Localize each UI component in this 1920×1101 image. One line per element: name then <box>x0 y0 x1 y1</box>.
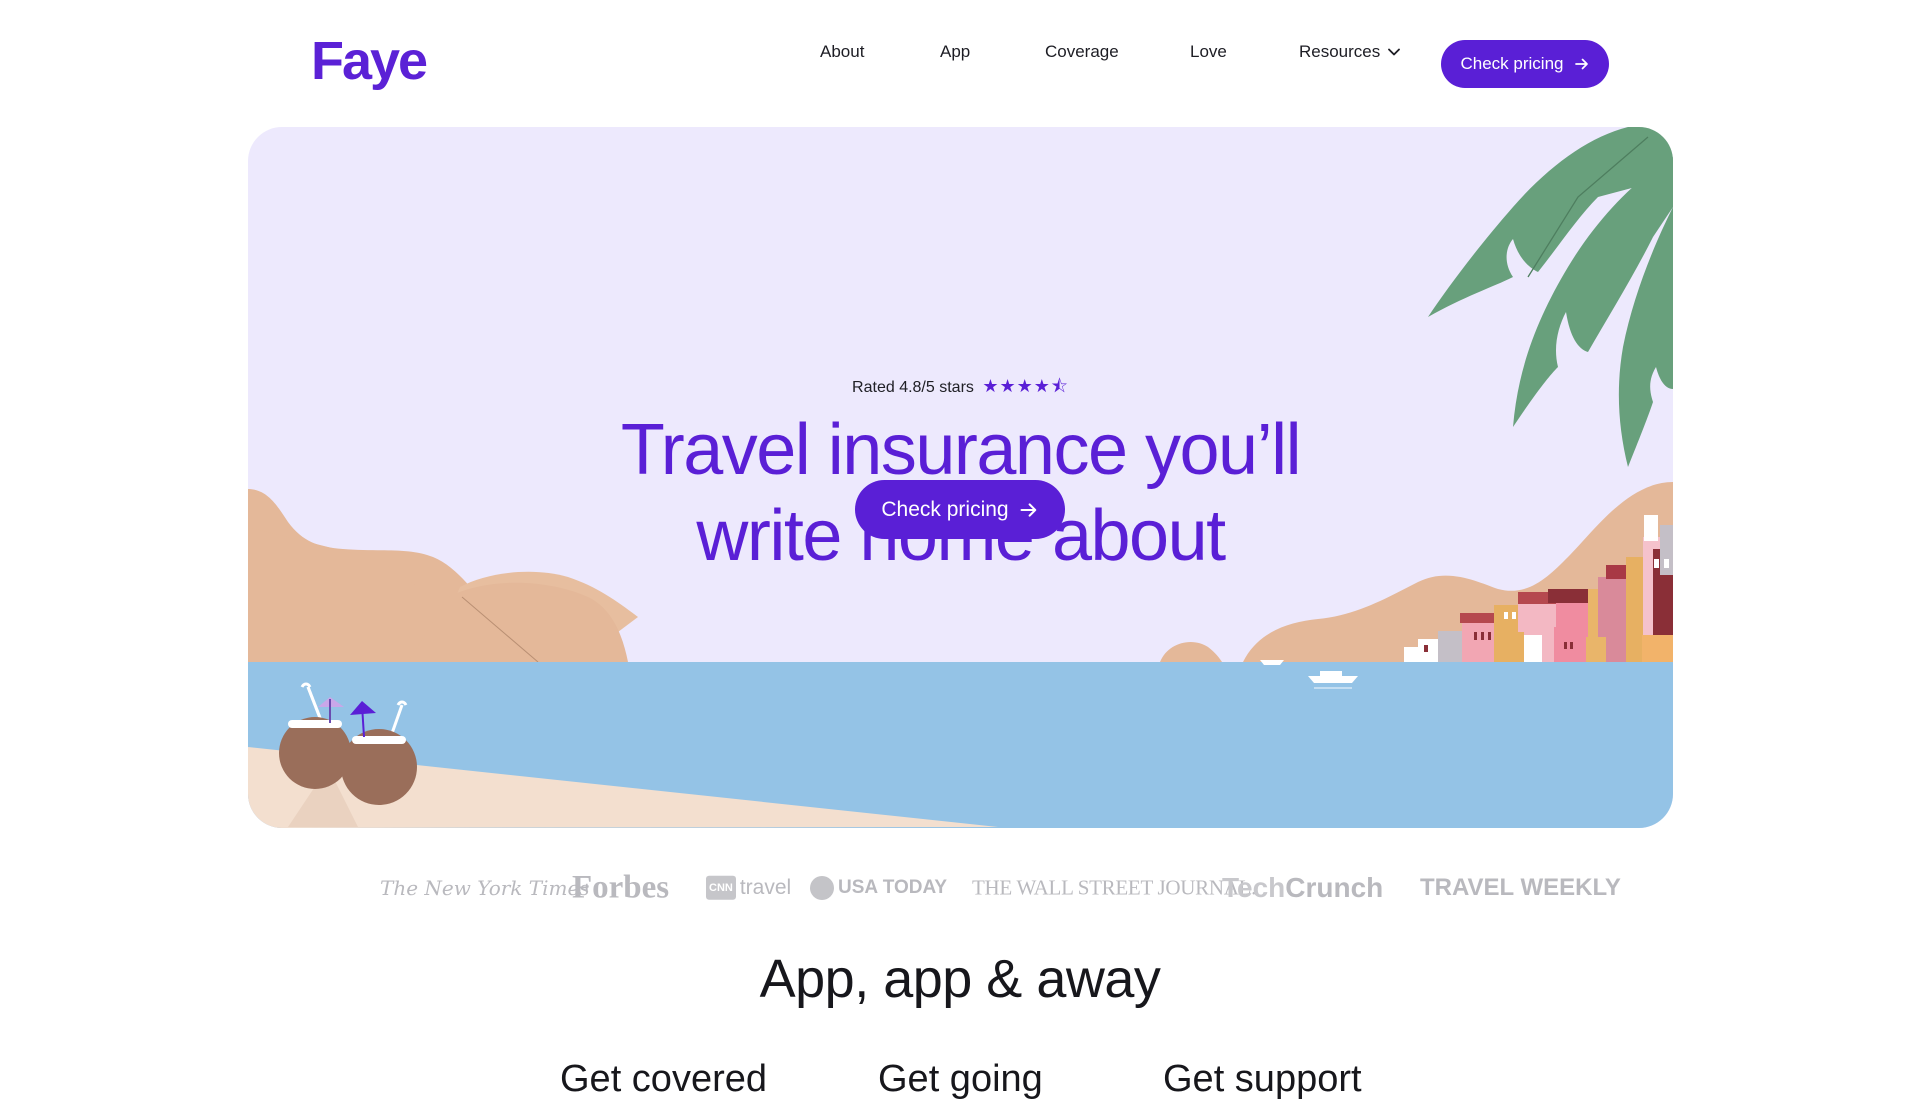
nav-app[interactable]: App <box>940 42 970 62</box>
nav-love[interactable]: Love <box>1190 42 1227 62</box>
arrow-right-icon <box>1574 58 1588 70</box>
check-pricing-hero-label: Check pricing <box>881 497 1009 521</box>
techcrunch-logo: TechCrunch <box>1222 872 1383 904</box>
nav-about[interactable]: About <box>820 42 864 62</box>
hero-title-line-1: Travel insurance you’ll <box>620 410 1302 490</box>
arrow-right-icon <box>1020 502 1036 517</box>
nav-resources[interactable]: Resources <box>1299 42 1380 62</box>
cnn-travel-logo: CNN travel <box>706 875 792 901</box>
nyt-logo: The New York Times <box>380 876 590 900</box>
check-pricing-label: Check pricing <box>1460 54 1564 73</box>
travel-weekly-logo: TRAVEL WEEKLY <box>1420 874 1621 901</box>
forbes-logo: Forbes <box>572 869 670 906</box>
usa-today-logo: USA TODAY <box>810 876 947 900</box>
hero-banner: Rated 4.8/5 stars ★★★★⯪ Travel insurance… <box>248 127 1673 828</box>
rating-text: Rated 4.8/5 stars <box>852 379 974 396</box>
usa-today-dot-icon <box>810 876 834 900</box>
faye-logo[interactable]: Faye <box>311 30 428 92</box>
usa-today-word: USA TODAY <box>838 877 948 899</box>
cnn-travel-word: travel <box>739 875 792 899</box>
nav-coverage[interactable]: Coverage <box>1045 42 1119 62</box>
rating-row: Rated 4.8/5 stars ★★★★⯪ <box>248 374 1673 404</box>
chevron-down-icon[interactable] <box>1386 44 1402 60</box>
techcrunch-crunch: Crunch <box>1285 872 1384 903</box>
techcrunch-tech: Tech <box>1222 872 1286 903</box>
cnn-mark: CNN <box>706 876 736 901</box>
star-rating-icon: ★★★★⯪ <box>982 376 1069 396</box>
press-logos: The New York Times Forbes CNN travel USA … <box>0 868 1920 908</box>
section-title: App, app & away <box>759 949 1161 1009</box>
wsj-logo: THE WALL STREET JOURNAL. <box>972 875 1257 900</box>
check-pricing-header-button[interactable]: Check pricing <box>1441 40 1609 88</box>
check-pricing-hero-button[interactable]: Check pricing <box>855 480 1065 539</box>
